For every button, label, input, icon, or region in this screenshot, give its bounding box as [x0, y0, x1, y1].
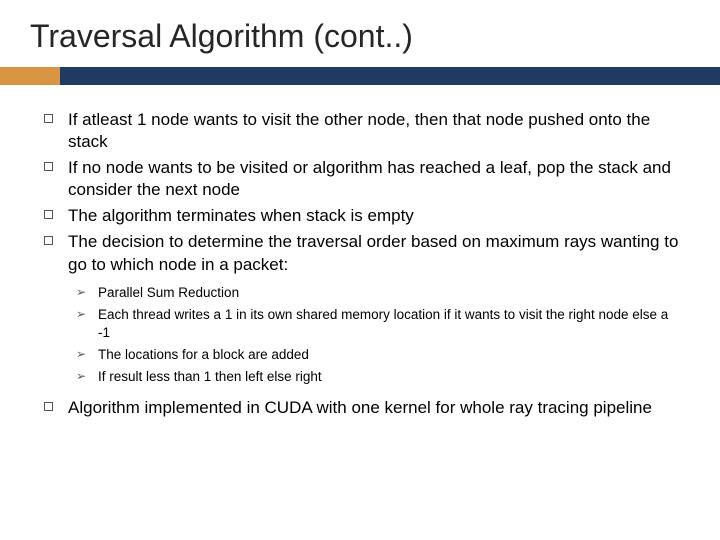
bullet-text: The algorithm terminates when stack is e…	[68, 206, 414, 225]
sub-bullet-text: Parallel Sum Reduction	[98, 285, 239, 300]
bullet-text: Algorithm implemented in CUDA with one k…	[68, 398, 652, 417]
main-bullet-list: If atleast 1 node wants to visit the oth…	[40, 109, 680, 276]
slide: Traversal Algorithm (cont..) If atleast …	[0, 0, 720, 540]
sub-bullet-text: The locations for a block are added	[98, 347, 309, 362]
sub-bullet-text: Each thread writes a 1 in its own shared…	[98, 307, 668, 341]
sub-bullet-item: Each thread writes a 1 in its own shared…	[76, 306, 680, 344]
sub-bullet-item: If result less than 1 then left else rig…	[76, 368, 680, 387]
bullet-text: If no node wants to be visited or algori…	[68, 158, 671, 199]
bullet-text: The decision to determine the traversal …	[68, 232, 678, 273]
sub-bullet-item: Parallel Sum Reduction	[76, 284, 680, 303]
sub-bullet-list: Parallel Sum Reduction Each thread write…	[76, 284, 680, 387]
bullet-item: Algorithm implemented in CUDA with one k…	[40, 397, 680, 419]
bullet-item: If no node wants to be visited or algori…	[40, 157, 680, 201]
accent-orange	[0, 67, 60, 85]
content-area: If atleast 1 node wants to visit the oth…	[0, 85, 720, 419]
slide-title: Traversal Algorithm (cont..)	[30, 18, 690, 55]
sub-bullet-item: The locations for a block are added	[76, 346, 680, 365]
bullet-item: The algorithm terminates when stack is e…	[40, 205, 680, 227]
accent-bar	[0, 67, 720, 85]
bullet-text: If atleast 1 node wants to visit the oth…	[68, 110, 650, 151]
sub-bullet-text: If result less than 1 then left else rig…	[98, 369, 322, 384]
bullet-item: If atleast 1 node wants to visit the oth…	[40, 109, 680, 153]
bullet-item: The decision to determine the traversal …	[40, 231, 680, 275]
accent-navy	[60, 67, 720, 85]
title-area: Traversal Algorithm (cont..)	[0, 0, 720, 67]
main-bullet-list-continued: Algorithm implemented in CUDA with one k…	[40, 397, 680, 419]
